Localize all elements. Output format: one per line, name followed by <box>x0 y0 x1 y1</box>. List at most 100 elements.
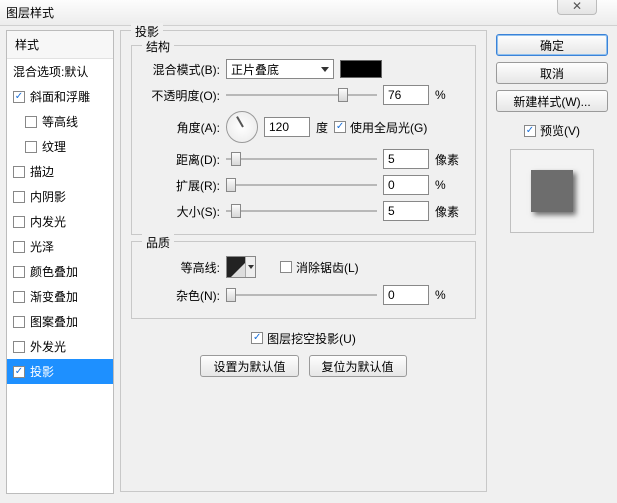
style-item[interactable]: 描边 <box>7 159 113 184</box>
window-title: 图层样式 <box>6 4 611 21</box>
close-icon: ✕ <box>572 0 582 13</box>
size-label: 大小(S): <box>142 203 220 220</box>
opacity-label: 不透明度(O): <box>142 87 220 104</box>
chevron-down-icon <box>245 257 255 277</box>
style-item[interactable]: 颜色叠加 <box>7 259 113 284</box>
distance-input[interactable]: 5 <box>383 149 429 169</box>
style-item-label: 纹理 <box>42 138 66 155</box>
checkbox-icon <box>13 316 25 328</box>
style-item[interactable]: 投影 <box>7 359 113 384</box>
checkbox-icon <box>13 191 25 203</box>
checkbox-icon <box>280 261 292 273</box>
angle-input[interactable]: 120 <box>264 117 310 137</box>
checkbox-icon <box>13 241 25 253</box>
main-area: 样式 混合选项:默认斜面和浮雕等高线纹理描边内阴影内发光光泽颜色叠加渐变叠加图案… <box>0 26 617 500</box>
drop-shadow-group: 投影 结构 混合模式(B): 正片叠底 不透明度(O): 76 % <box>120 30 487 492</box>
quality-group: 品质 等高线: 消除锯齿(L) 杂色(N): 0 % <box>131 241 476 319</box>
checkbox-icon <box>13 166 25 178</box>
checkbox-icon <box>13 366 25 378</box>
spread-label: 扩展(R): <box>142 177 220 194</box>
distance-label: 距离(D): <box>142 151 220 168</box>
cancel-button[interactable]: 取消 <box>496 62 608 84</box>
global-light-checkbox[interactable]: 使用全局光(G) <box>334 119 427 136</box>
checkbox-icon <box>251 332 263 344</box>
style-item-label: 混合选项:默认 <box>13 63 88 80</box>
opacity-slider[interactable] <box>226 87 377 103</box>
styles-panel: 样式 混合选项:默认斜面和浮雕等高线纹理描边内阴影内发光光泽颜色叠加渐变叠加图案… <box>6 30 114 494</box>
preview-label: 预览(V) <box>540 122 580 139</box>
style-item-label: 颜色叠加 <box>30 263 78 280</box>
style-item-label: 渐变叠加 <box>30 288 78 305</box>
style-item-label: 内阴影 <box>30 188 66 205</box>
global-light-label: 使用全局光(G) <box>350 119 427 136</box>
noise-unit: % <box>435 288 465 302</box>
distance-slider[interactable] <box>226 151 377 167</box>
knockout-label: 图层挖空投影(U) <box>267 330 356 347</box>
size-input[interactable]: 5 <box>383 201 429 221</box>
checkbox-icon <box>13 216 25 228</box>
right-panel: 确定 取消 新建样式(W)... 预览(V) <box>493 30 611 494</box>
opacity-input[interactable]: 76 <box>383 85 429 105</box>
style-item[interactable]: 纹理 <box>7 134 113 159</box>
style-item[interactable]: 渐变叠加 <box>7 284 113 309</box>
preview-checkbox[interactable]: 预览(V) <box>524 122 580 139</box>
style-item[interactable]: 内发光 <box>7 209 113 234</box>
shadow-color-swatch[interactable] <box>340 60 382 78</box>
noise-input[interactable]: 0 <box>383 285 429 305</box>
new-style-button[interactable]: 新建样式(W)... <box>496 90 608 112</box>
style-item[interactable]: 斜面和浮雕 <box>7 84 113 109</box>
checkbox-icon <box>25 116 37 128</box>
checkbox-icon <box>25 141 37 153</box>
spread-slider[interactable] <box>226 177 377 193</box>
ok-button[interactable]: 确定 <box>496 34 608 56</box>
style-item[interactable]: 内阴影 <box>7 184 113 209</box>
checkbox-icon <box>524 125 536 137</box>
style-item-label: 外发光 <box>30 338 66 355</box>
contour-label: 等高线: <box>142 259 220 276</box>
style-item-label: 描边 <box>30 163 54 180</box>
spread-unit: % <box>435 178 465 192</box>
spread-input[interactable]: 0 <box>383 175 429 195</box>
antialias-checkbox[interactable]: 消除锯齿(L) <box>280 259 359 276</box>
close-button[interactable]: ✕ <box>557 0 597 15</box>
size-unit: 像素 <box>435 203 465 220</box>
style-item-label: 斜面和浮雕 <box>30 88 90 105</box>
checkbox-icon <box>13 266 25 278</box>
angle-unit: 度 <box>316 119 328 136</box>
contour-picker[interactable] <box>226 256 256 278</box>
style-item[interactable]: 光泽 <box>7 234 113 259</box>
noise-slider[interactable] <box>226 287 377 303</box>
style-item-label: 图案叠加 <box>30 313 78 330</box>
checkbox-icon <box>334 121 346 133</box>
make-default-button[interactable]: 设置为默认值 <box>200 355 298 377</box>
style-item[interactable]: 外发光 <box>7 334 113 359</box>
settings-panel: 投影 结构 混合模式(B): 正片叠底 不透明度(O): 76 % <box>120 30 487 494</box>
blend-mode-combo[interactable]: 正片叠底 <box>226 59 334 79</box>
opacity-unit: % <box>435 88 465 102</box>
styles-list: 混合选项:默认斜面和浮雕等高线纹理描边内阴影内发光光泽颜色叠加渐变叠加图案叠加外… <box>7 59 113 384</box>
antialias-label: 消除锯齿(L) <box>296 259 359 276</box>
styles-header: 样式 <box>7 31 113 59</box>
quality-legend: 品质 <box>142 234 174 251</box>
angle-label: 角度(A): <box>142 119 220 136</box>
structure-group: 结构 混合模式(B): 正片叠底 不透明度(O): 76 % 角度 <box>131 45 476 235</box>
reset-default-button[interactable]: 复位为默认值 <box>309 355 407 377</box>
knockout-checkbox[interactable]: 图层挖空投影(U) <box>251 330 356 347</box>
preview-box <box>510 149 594 233</box>
checkbox-icon <box>13 341 25 353</box>
style-item[interactable]: 等高线 <box>7 109 113 134</box>
angle-dial[interactable] <box>226 111 258 143</box>
style-item[interactable]: 图案叠加 <box>7 309 113 334</box>
blend-mode-label: 混合模式(B): <box>142 61 220 78</box>
titlebar: 图层样式 ✕ <box>0 0 617 26</box>
checkbox-icon <box>13 91 25 103</box>
style-item-label: 内发光 <box>30 213 66 230</box>
distance-unit: 像素 <box>435 151 465 168</box>
noise-label: 杂色(N): <box>142 287 220 304</box>
size-slider[interactable] <box>226 203 377 219</box>
blend-mode-value: 正片叠底 <box>231 61 279 78</box>
style-item-label: 光泽 <box>30 238 54 255</box>
style-item-label: 投影 <box>30 363 54 380</box>
checkbox-icon <box>13 291 25 303</box>
style-item[interactable]: 混合选项:默认 <box>7 59 113 84</box>
